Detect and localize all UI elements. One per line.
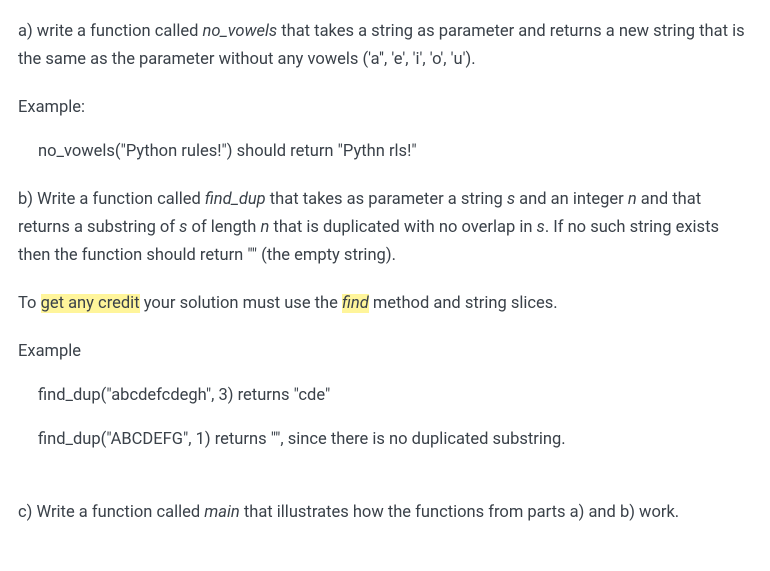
credit-note: To get any credit your solution must use… xyxy=(18,290,752,318)
part-c-description: c) Write a function called main that ill… xyxy=(18,499,752,527)
example-label-a: Example: xyxy=(18,94,752,122)
var-n-1: n xyxy=(628,190,637,209)
part-c-p1: c) Write a function called xyxy=(18,503,204,522)
part-b-p2: that takes as parameter a string xyxy=(266,190,507,209)
spacer xyxy=(18,475,752,499)
part-b-p5: of length xyxy=(187,218,260,237)
highlight-get-any-credit: get any credit xyxy=(41,294,140,313)
example-b2-code: find_dup("ABCDEFG", 1) returns "", since… xyxy=(18,426,752,454)
fn-find-dup: find_dup xyxy=(205,190,266,209)
highlight-find: find xyxy=(342,294,369,313)
fn-main: main xyxy=(204,503,239,522)
fn-no-vowels: no_vowels xyxy=(203,22,278,41)
example-b1-code: find_dup("abcdefcdegh", 3) returns "cde" xyxy=(18,382,752,410)
part-c-p2: that illustrates how the functions from … xyxy=(240,503,679,522)
part-b-p3: and an integer xyxy=(515,190,628,209)
var-s-1: s xyxy=(507,190,515,209)
credit-p2: your solution must use the xyxy=(140,294,342,313)
example-a-code: no_vowels("Python rules!") should return… xyxy=(18,138,752,166)
part-b-description: b) Write a function called find_dup that… xyxy=(18,186,752,270)
example-label-b: Example xyxy=(18,338,752,366)
part-b-p1: b) Write a function called xyxy=(18,190,205,209)
part-a-prefix: a) write a function called xyxy=(18,22,203,41)
var-s-3: s xyxy=(537,218,545,237)
credit-p1: To xyxy=(18,294,41,313)
credit-p3: method and string slices. xyxy=(369,294,558,313)
part-a-description: a) write a function called no_vowels tha… xyxy=(18,18,752,74)
part-b-p6: that is duplicated with no overlap in xyxy=(269,218,536,237)
